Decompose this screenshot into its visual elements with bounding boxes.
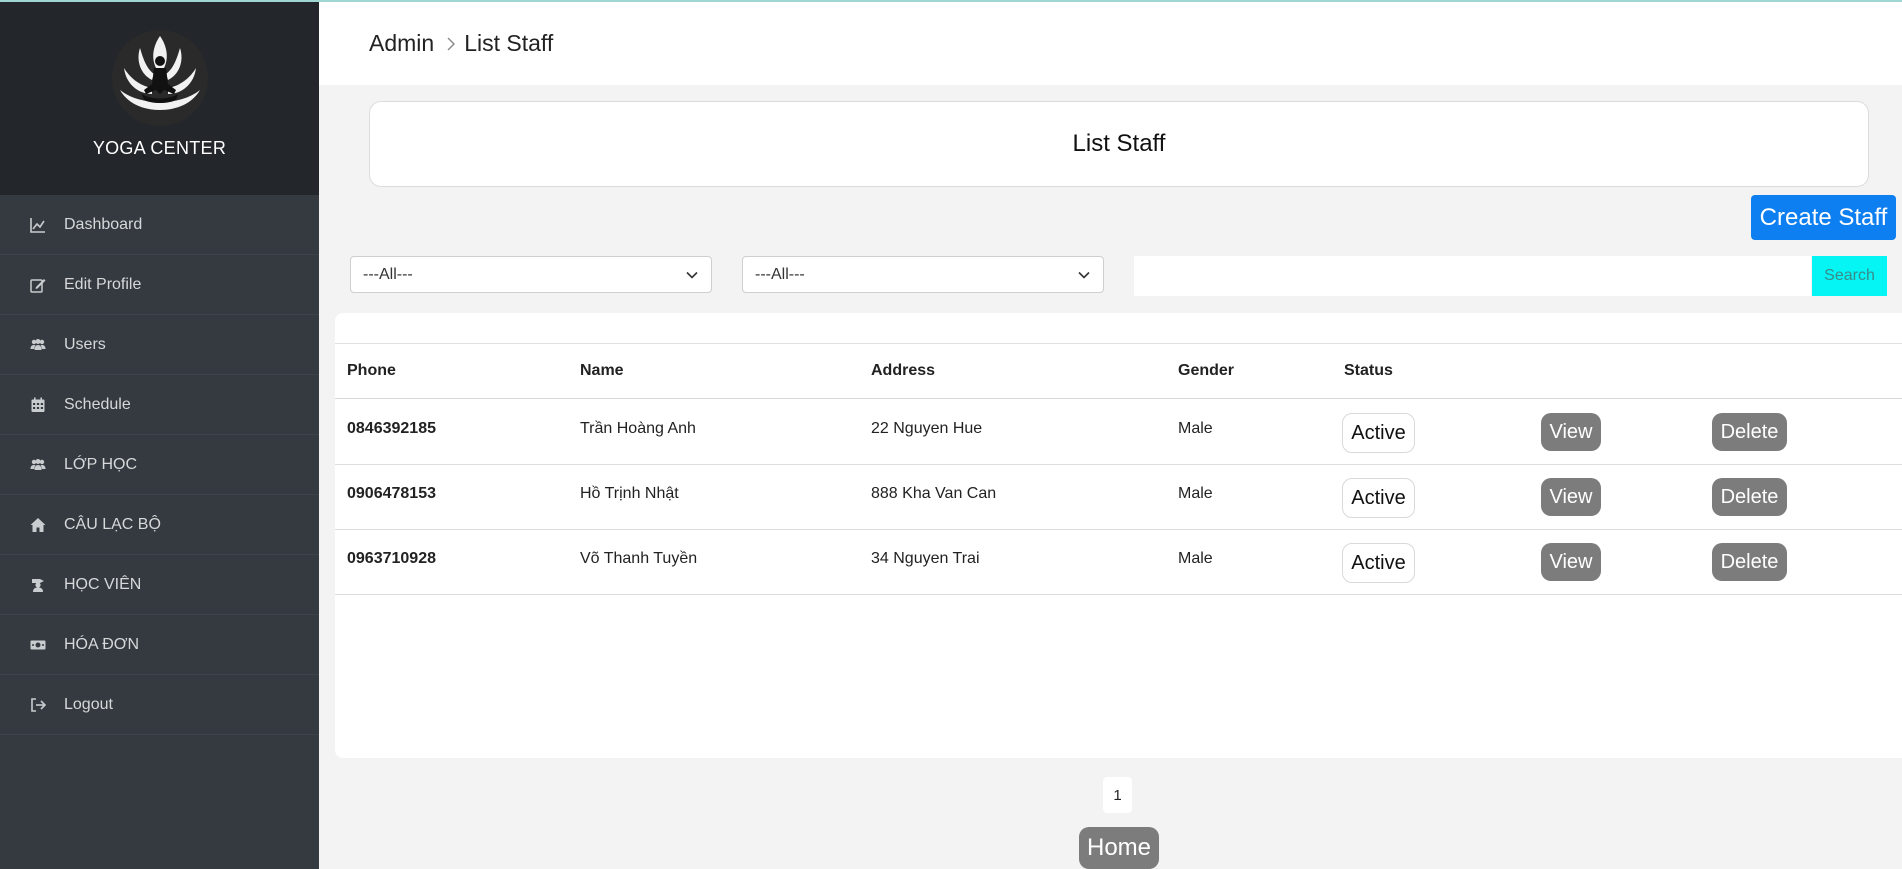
home-icon [29,516,47,534]
cell-phone: 0846392185 [347,420,436,437]
student-icon [29,576,47,594]
sidebar-item-label: Edit Profile [64,275,142,293]
sidebar-menu: Dashboard Edit Profile Users Schedule LỚ… [0,195,319,735]
search-button[interactable]: Search [1812,256,1887,296]
table-header: Phone Name Address Gender Status [335,343,1902,399]
column-header-phone: Phone [347,362,396,379]
page-title-text: List Staff [1072,130,1166,157]
sidebar-item-dashboard[interactable]: Dashboard [0,195,319,255]
sidebar-item-schedule[interactable]: Schedule [0,375,319,435]
pagination-page[interactable]: 1 [1103,777,1132,813]
cell-address: 34 Nguyen Trai [871,550,980,567]
cell-name: Võ Thanh Tuyền [580,550,698,567]
sidebar-item-hoc-vien[interactable]: HỌC VIÊN [0,555,319,615]
users-icon [29,456,47,474]
chevron-down-icon [686,271,698,279]
chevron-down-icon [1078,271,1090,279]
sidebar-item-logout[interactable]: Logout [0,675,319,735]
chart-line-icon [29,216,47,234]
filter-select-2-value: ---All--- [755,265,805,283]
home-button[interactable]: Home [1079,827,1159,869]
cell-gender: Male [1178,420,1213,437]
cell-name: Trần Hoàng Anh [580,420,696,437]
money-icon [29,636,47,654]
sidebar-item-label: CÂU LẠC BỘ [64,515,161,533]
delete-button[interactable]: Delete [1712,478,1787,516]
table-row: 0906478153 Hồ Trịnh Nhật 888 Kha Van Can… [335,465,1902,530]
sidebar: YOGA CENTER Dashboard Edit Profile Users… [0,0,319,869]
sidebar-item-label: HỌC VIÊN [64,575,142,593]
calendar-icon [29,396,47,414]
sidebar-item-edit-profile[interactable]: Edit Profile [0,255,319,315]
top-accent-line [0,0,1902,2]
main-content: Admin List Staff List Staff Create Staff… [319,0,1902,869]
logout-icon [29,696,47,714]
view-button[interactable]: View [1541,543,1601,581]
yoga-lotus-logo [111,30,208,126]
table-row: 0846392185 Trần Hoàng Anh 22 Nguyen Hue … [335,400,1902,465]
filter-select-1-value: ---All--- [363,265,413,283]
column-header-gender: Gender [1178,362,1235,379]
cell-address: 888 Kha Van Can [871,485,997,502]
view-button[interactable]: View [1541,478,1601,516]
cell-name: Hồ Trịnh Nhật [580,485,679,502]
search-input[interactable] [1134,256,1811,296]
sidebar-item-label: LỚP HỌC [64,455,137,473]
create-staff-button[interactable]: Create Staff [1751,195,1896,240]
status-button[interactable]: Active [1342,413,1415,453]
staff-table: Phone Name Address Gender Status 0846392… [335,313,1902,758]
sidebar-item-label: Logout [64,695,113,713]
sidebar-item-label: Dashboard [64,215,143,233]
sidebar-item-cau-lac-bo[interactable]: CÂU LẠC BỘ [0,495,319,555]
sidebar-item-users[interactable]: Users [0,315,319,375]
sidebar-item-lop-hoc[interactable]: LỚP HỌC [0,435,319,495]
column-header-status: Status [1344,362,1393,379]
sidebar-item-label: Users [64,335,106,353]
users-icon [29,336,47,354]
filter-select-1[interactable]: ---All--- [350,256,712,293]
sidebar-item-label: HÓA ĐƠN [64,635,140,653]
view-button[interactable]: View [1541,413,1601,451]
sidebar-item-label: Schedule [64,395,131,413]
breadcrumb: Admin List Staff [319,2,1902,85]
status-button[interactable]: Active [1342,478,1415,518]
filter-select-2[interactable]: ---All--- [742,256,1104,293]
cell-phone: 0963710928 [347,550,436,567]
sidebar-item-hoa-don[interactable]: HÓA ĐƠN [0,615,319,675]
brand: YOGA CENTER [0,0,319,195]
breadcrumb-current: List Staff [464,30,554,56]
cell-gender: Male [1178,550,1213,567]
delete-button[interactable]: Delete [1712,413,1787,451]
column-header-name: Name [580,362,624,379]
edit-icon [29,276,47,294]
cell-phone: 0906478153 [347,485,436,502]
delete-button[interactable]: Delete [1712,543,1787,581]
page-title: List Staff [369,101,1869,187]
brand-name: YOGA CENTER [92,138,227,158]
cell-address: 22 Nguyen Hue [871,420,983,437]
status-button[interactable]: Active [1342,543,1415,583]
column-header-address: Address [871,362,936,379]
table-row: 0963710928 Võ Thanh Tuyền 34 Nguyen Trai… [335,530,1902,595]
chevron-right-icon [446,36,456,52]
breadcrumb-root[interactable]: Admin [369,30,434,57]
cell-gender: Male [1178,485,1213,502]
